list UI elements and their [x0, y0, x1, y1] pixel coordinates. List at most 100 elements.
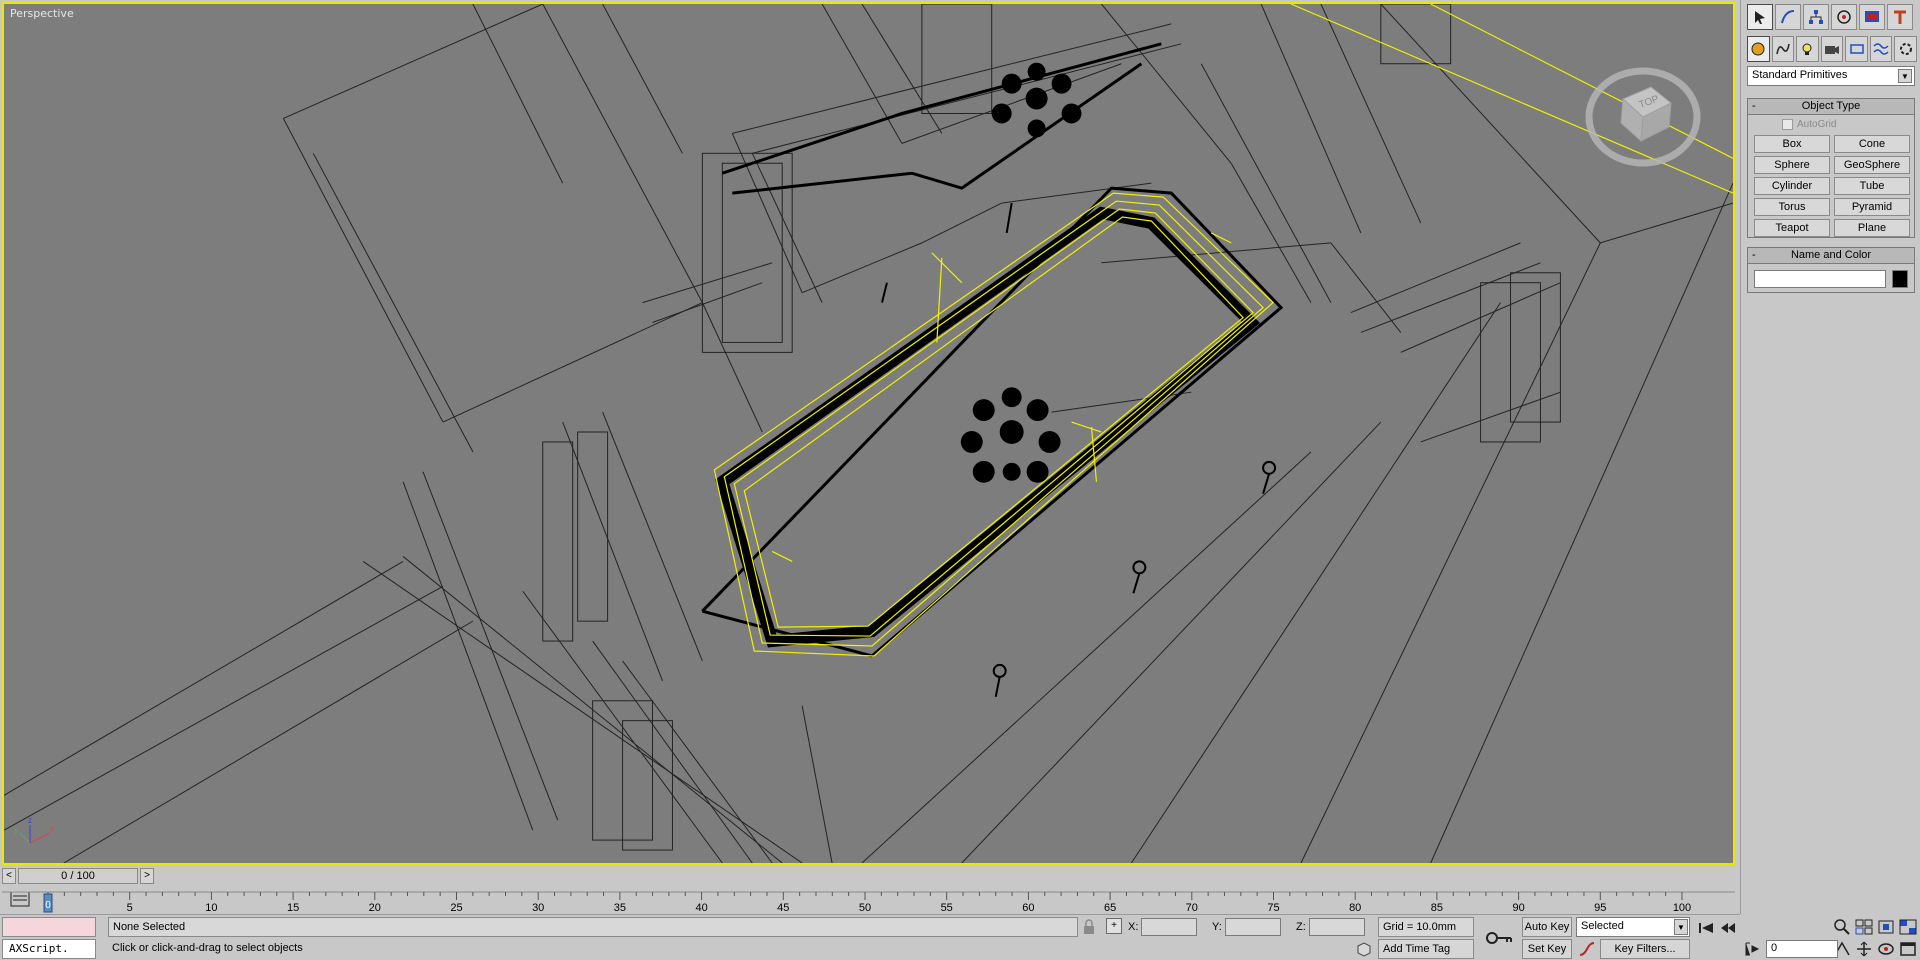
track-tick-label: 50 [859, 902, 871, 914]
maxscript-mini-listener[interactable]: AXScript. [2, 939, 96, 959]
collapse-icon[interactable]: - [1752, 99, 1756, 114]
time-tag-icon[interactable] [1356, 941, 1372, 957]
track-tick-label: 55 [941, 902, 953, 914]
track-tick-label: 35 [614, 902, 626, 914]
box-button[interactable]: Box [1754, 135, 1830, 153]
modify-tab-icon[interactable] [1775, 4, 1801, 30]
selection-set-value: Selected [1581, 920, 1624, 932]
chandelier-upper [991, 62, 1082, 138]
name-color-rollout: - Name and Color [1747, 247, 1915, 293]
cylinder-button[interactable]: Cylinder [1754, 177, 1830, 195]
auto-key-button[interactable]: Auto Key [1522, 917, 1572, 937]
time-config-icon[interactable] [1744, 940, 1764, 958]
set-key-icon[interactable] [1484, 921, 1514, 955]
lights-tab-icon[interactable] [1796, 36, 1819, 62]
prompt-line: Click or click-and-drag to select object… [112, 942, 303, 954]
teapot-button[interactable]: Teapot [1754, 219, 1830, 237]
collapse-icon[interactable]: - [1752, 248, 1756, 263]
time-slider[interactable]: < 0 / 100 > [2, 868, 1735, 884]
key-filters-button[interactable]: Key Filters... [1600, 939, 1690, 959]
command-panel-tabs [1747, 4, 1917, 30]
viewport-label[interactable]: Perspective [10, 7, 74, 20]
object-type-rollout-header[interactable]: - Object Type [1748, 99, 1914, 115]
helpers-tab-icon[interactable] [1845, 36, 1868, 62]
track-tick-label: 100 [1673, 902, 1691, 914]
y-coord-input[interactable] [1224, 918, 1281, 936]
add-time-tag-button[interactable]: Add Time Tag [1378, 939, 1474, 959]
maxscript-listener-input[interactable] [2, 917, 96, 937]
tube-button[interactable]: Tube [1834, 177, 1910, 195]
autogrid-checkbox[interactable]: AutoGrid [1782, 119, 1836, 130]
shapes-tab-icon[interactable] [1771, 36, 1795, 62]
x-coord-input[interactable] [1141, 918, 1198, 936]
svg-text:y: y [14, 826, 18, 835]
create-subtabs [1747, 36, 1918, 62]
zoom-all-icon[interactable] [1854, 918, 1874, 936]
cone-button[interactable]: Cone [1834, 135, 1910, 153]
lock-icon[interactable] [1082, 919, 1096, 935]
current-frame-input[interactable]: 0 [1766, 940, 1838, 958]
zoom-extents-all-icon[interactable] [1898, 918, 1918, 936]
selected-cornice[interactable] [713, 4, 1733, 657]
pan-icon[interactable] [1854, 940, 1874, 958]
plane-button[interactable]: Plane [1834, 219, 1910, 237]
set-key-button[interactable]: Set Key [1522, 939, 1572, 959]
create-tab-icon[interactable] [1747, 4, 1773, 30]
y-coord: Y: [1212, 918, 1281, 936]
motion-tab-icon[interactable] [1831, 4, 1857, 30]
geometry-tab-icon[interactable] [1747, 36, 1770, 62]
cameras-tab-icon[interactable] [1820, 36, 1844, 62]
maximize-viewport-icon[interactable] [1898, 940, 1918, 958]
grid-size: Grid = 10.0mm [1378, 917, 1474, 937]
zoom-icon[interactable] [1832, 918, 1852, 936]
track-tick-label: 10 [205, 902, 217, 914]
y-label: Y: [1212, 921, 1222, 933]
track-tick-label: 25 [450, 902, 462, 914]
orbit-icon[interactable] [1876, 940, 1896, 958]
chevron-down-icon[interactable]: ▼ [1674, 919, 1688, 935]
object-name-input[interactable] [1754, 270, 1886, 288]
time-slider-thumb[interactable]: 0 / 100 [18, 868, 138, 884]
geosphere-button[interactable]: GeoSphere [1834, 156, 1910, 174]
checkbox-icon[interactable] [1782, 119, 1793, 130]
prev-frame-button[interactable]: < [2, 868, 16, 884]
status-bar: AXScript. None Selected Click or click-a… [0, 914, 1801, 960]
chandelier-center [960, 387, 1061, 483]
track-tick-label: 85 [1431, 902, 1443, 914]
name-color-rollout-header[interactable]: - Name and Color [1748, 248, 1914, 264]
track-tick-label: 15 [287, 902, 299, 914]
chevron-down-icon[interactable]: ▼ [1898, 69, 1912, 83]
default-tangent-icon[interactable] [1578, 940, 1596, 958]
utilities-tab-icon[interactable] [1887, 4, 1913, 30]
track-bar-ruler[interactable]: 5 10 15 20 25 30 35 40 45 50 55 60 65 70 75 80 85 90 95 100… [2, 886, 1735, 914]
selection-set-dropdown[interactable]: Selected ▼ [1576, 917, 1690, 937]
display-tab-icon[interactable] [1859, 4, 1885, 30]
absolute-mode-icon[interactable]: + [1106, 918, 1122, 934]
autogrid-label: AutoGrid [1797, 119, 1837, 130]
next-frame-button[interactable]: > [140, 868, 154, 884]
z-coord-input[interactable] [1308, 918, 1365, 936]
molding-wireframe [701, 42, 1284, 658]
frame-field-arrows-icon[interactable] [1722, 940, 1738, 956]
hierarchy-tab-icon[interactable] [1803, 4, 1829, 30]
viewcube-icon[interactable]: TOP [1583, 59, 1703, 169]
spacewarps-tab-icon[interactable] [1869, 36, 1893, 62]
track-tick-label: 95 [1594, 902, 1606, 914]
object-category-dropdown[interactable]: Standard Primitives ▼ [1747, 66, 1915, 86]
track-bar[interactable]: 5 10 15 20 25 30 35 40 45 50 55 60 65 70 75 80 85 90 95 100… [2, 886, 1735, 914]
systems-tab-icon[interactable] [1894, 36, 1918, 62]
zoom-extents-icon[interactable] [1876, 918, 1896, 936]
z-label: Z: [1296, 921, 1306, 933]
x-coord: X: [1128, 918, 1198, 936]
torus-button[interactable]: Torus [1754, 198, 1830, 216]
sphere-button[interactable]: Sphere [1754, 156, 1830, 174]
wireframe-scene[interactable] [4, 4, 1733, 863]
object-color-swatch[interactable] [1892, 270, 1908, 288]
go-to-start-icon[interactable] [1696, 919, 1716, 937]
perspective-viewport[interactable]: Perspective x y z TOP [2, 2, 1735, 865]
x-label: X: [1128, 921, 1139, 933]
previous-frame-icon[interactable] [1718, 919, 1738, 937]
axis-tripod-icon: x y z [14, 816, 54, 844]
pyramid-button[interactable]: Pyramid [1834, 198, 1910, 216]
z-coord: Z: [1296, 918, 1365, 936]
